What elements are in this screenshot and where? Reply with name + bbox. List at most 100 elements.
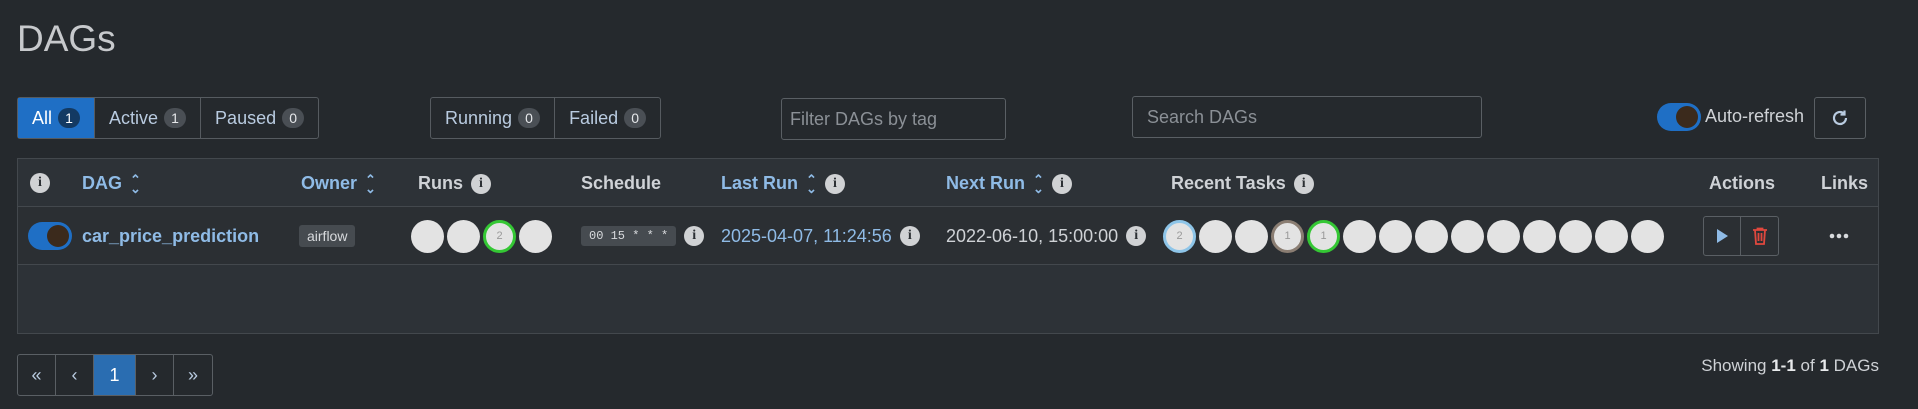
col-dag-label: DAG	[82, 173, 122, 193]
col-schedule: Schedule	[581, 173, 661, 194]
dags-table: i DAG ⌃ ⌄ Owner ⌃ ⌄ Runs i Schedule Last R…	[17, 158, 1879, 334]
state-filter: Running 0 Failed 0	[430, 97, 662, 139]
task-state-circle[interactable]	[1415, 219, 1448, 253]
info-icon[interactable]: i	[899, 226, 920, 246]
page-current-button[interactable]: 1	[94, 355, 136, 395]
col-owner[interactable]: Owner ⌃ ⌄	[301, 171, 376, 196]
refresh-icon	[1832, 110, 1848, 126]
task-state-circle[interactable]: 2	[1163, 219, 1196, 253]
page-first-button[interactable]: «	[18, 355, 56, 395]
run-state-circle[interactable]	[519, 219, 552, 253]
filter-paused-label: Paused	[215, 107, 277, 128]
pagination: « ‹ 1 › »	[17, 354, 213, 396]
page-next-button[interactable]: ›	[136, 355, 174, 395]
col-last-run[interactable]: Last Run ⌃ ⌄ i	[721, 171, 845, 196]
showing-total: 1	[1819, 356, 1829, 375]
page-prev-button[interactable]: ‹	[56, 355, 94, 395]
col-recent-tasks-label: Recent Tasks	[1171, 173, 1286, 193]
info-icon[interactable]: i	[1293, 173, 1314, 194]
filter-active-button[interactable]: Active 1	[95, 98, 202, 138]
tag-filter-input[interactable]	[781, 98, 1006, 140]
actions-group	[1703, 216, 1779, 256]
showing-range: 1-1	[1771, 356, 1796, 375]
task-state-circle[interactable]	[1487, 219, 1520, 253]
auto-refresh-toggle[interactable]	[1657, 103, 1701, 131]
col-runs-label: Runs	[418, 173, 463, 193]
showing-summary: Showing 1-1 of 1 DAGs	[1701, 356, 1879, 376]
task-state-circle[interactable]	[1559, 219, 1592, 253]
search-input[interactable]	[1132, 96, 1482, 138]
filter-running-count: 0	[518, 108, 541, 128]
filter-failed-button[interactable]: Failed 0	[555, 98, 660, 138]
info-icon[interactable]: i	[471, 173, 491, 194]
run-state-circle[interactable]	[447, 219, 480, 253]
info-icon[interactable]: i	[684, 226, 705, 246]
run-state-circle[interactable]	[411, 219, 444, 253]
filter-all-count: 1	[58, 108, 81, 128]
task-state-circle[interactable]	[1379, 219, 1412, 253]
refresh-button[interactable]	[1814, 97, 1866, 139]
last-run-link[interactable]: 2025-04-07, 11:24:56	[721, 226, 892, 247]
filter-paused-count: 0	[282, 108, 305, 128]
col-last-run-label: Last Run	[721, 173, 799, 193]
sort-icon: ⌃ ⌄	[365, 171, 376, 196]
col-dag[interactable]: DAG ⌃ ⌄	[82, 171, 141, 196]
filter-running-label: Running	[445, 107, 513, 128]
delete-dag-button[interactable]	[1741, 217, 1778, 255]
task-state-circle[interactable]	[1523, 219, 1556, 253]
task-state-circle[interactable]	[1343, 219, 1376, 253]
trigger-dag-button[interactable]	[1704, 217, 1741, 255]
task-state-circle[interactable]: 1	[1307, 219, 1340, 253]
showing-of: of	[1800, 356, 1815, 375]
run-state-circle[interactable]: 2	[483, 219, 516, 253]
sort-icon: ⌃ ⌄	[806, 171, 817, 196]
auto-refresh-label: Auto-refresh	[1705, 106, 1805, 126]
runs-circles: 2	[411, 219, 552, 253]
owner-badge[interactable]: airflow	[299, 225, 356, 247]
dag-link[interactable]: car_price_prediction	[82, 226, 259, 247]
col-links-label: Links	[1821, 173, 1869, 193]
filter-failed-label: Failed	[569, 107, 619, 128]
col-owner-label: Owner	[301, 173, 358, 193]
col-schedule-label: Schedule	[581, 173, 662, 193]
task-state-circle[interactable]	[1595, 219, 1628, 253]
filter-active-count: 1	[164, 108, 187, 128]
task-state-circle[interactable]	[1631, 219, 1664, 253]
info-icon[interactable]: i	[1126, 226, 1147, 246]
filter-paused-button[interactable]: Paused 0	[201, 98, 318, 138]
showing-prefix: Showing	[1701, 356, 1767, 375]
filter-active-label: Active	[109, 107, 159, 128]
col-next-run-label: Next Run	[946, 173, 1026, 193]
dag-pause-toggle[interactable]	[28, 222, 72, 250]
filter-running-button[interactable]: Running 0	[431, 98, 556, 138]
col-links: Links	[1821, 173, 1868, 194]
status-filter: All 1 Active 1 Paused 0	[17, 97, 320, 139]
col-actions: Actions	[1709, 173, 1775, 194]
sort-icon: ⌃ ⌄	[1033, 171, 1044, 196]
info-icon[interactable]: i	[1051, 173, 1072, 194]
col-runs: Runs i	[418, 173, 491, 194]
next-run-value: 2022-06-10, 15:00:00	[946, 225, 1119, 246]
schedule-badge: 00 15 * * *	[581, 226, 677, 246]
col-actions-label: Actions	[1709, 173, 1776, 193]
info-icon[interactable]: i	[30, 173, 50, 193]
page-last-button[interactable]: »	[174, 355, 212, 395]
sort-icon: ⌃ ⌄	[130, 171, 141, 196]
task-state-circle[interactable]: 1	[1271, 219, 1304, 253]
task-state-circle[interactable]	[1235, 219, 1268, 253]
filter-all-button[interactable]: All 1	[18, 98, 96, 138]
task-state-circle[interactable]	[1199, 219, 1232, 253]
recent-tasks-circles: 2 11	[1163, 219, 1664, 253]
filter-all-label: All	[32, 107, 53, 128]
filter-failed-count: 0	[624, 108, 647, 128]
showing-suffix: DAGs	[1833, 356, 1879, 375]
col-recent-tasks: Recent Tasks i	[1171, 173, 1314, 194]
trash-icon	[1752, 227, 1767, 245]
table-row: car_price_prediction airflow 2 00 15 * *…	[18, 207, 1878, 265]
col-next-run[interactable]: Next Run ⌃ ⌄ i	[946, 171, 1072, 196]
task-state-circle[interactable]	[1451, 219, 1484, 253]
page-title: DAGs	[17, 18, 116, 59]
more-icon[interactable]	[1829, 233, 1849, 239]
info-icon[interactable]: i	[824, 173, 845, 194]
table-header: i DAG ⌃ ⌄ Owner ⌃ ⌄ Runs i Schedule Last R…	[18, 159, 1878, 207]
